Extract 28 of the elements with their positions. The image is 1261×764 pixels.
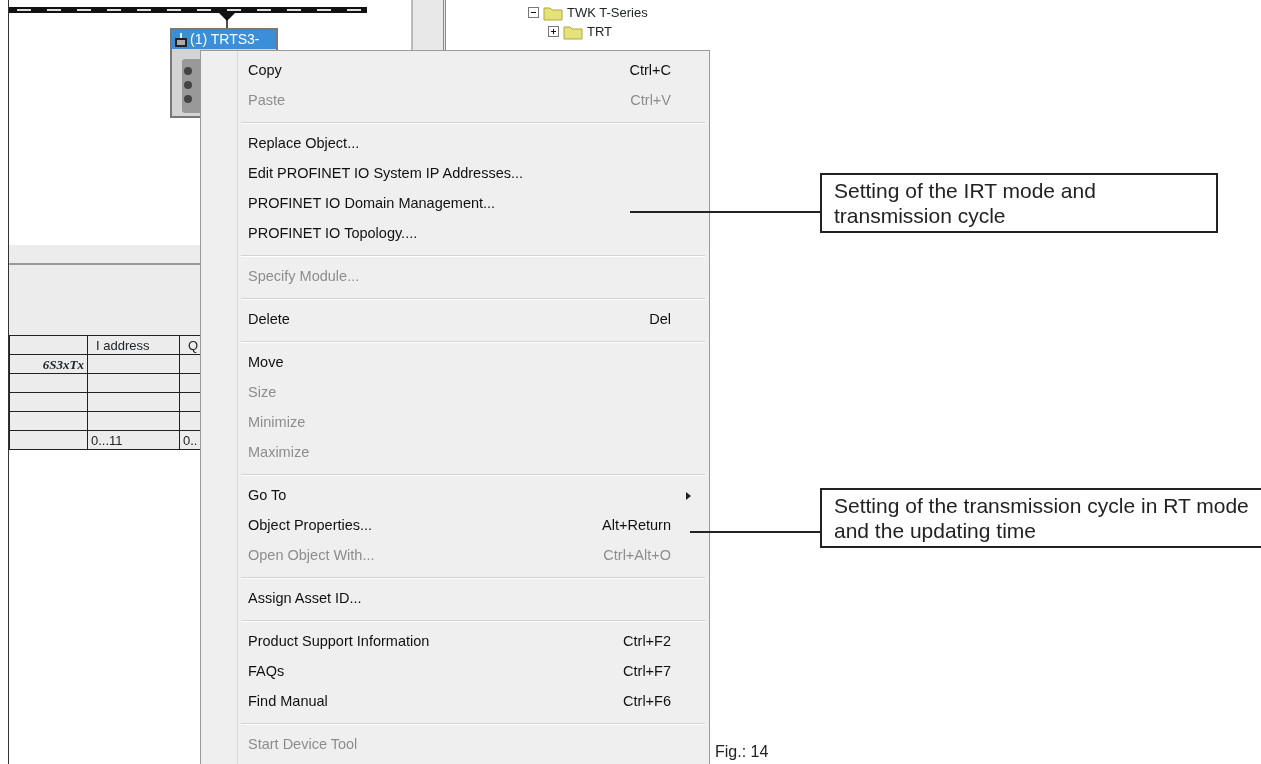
figure-caption: Fig.: 14 — [715, 742, 769, 762]
menu-item[interactable]: Replace Object... — [201, 129, 709, 159]
menu-item[interactable]: Find Manual Ctrl+F6 — [201, 687, 709, 717]
submenu-arrow-icon — [686, 492, 691, 500]
table-cell: 6S3xTx — [9, 354, 88, 374]
menu-item[interactable]: Go To — [201, 481, 709, 511]
callout-text: Setting of the IRT mode and transmission cycle — [820, 173, 1218, 234]
collapse-icon[interactable] — [528, 7, 539, 19]
menu-item[interactable]: Product Support Information Ctrl+F2 — [201, 627, 709, 657]
device-icon — [174, 32, 188, 47]
menu-item[interactable]: Assign Asset ID... — [201, 584, 709, 614]
table-header: I address — [87, 335, 180, 355]
menu-item[interactable]: PROFINET IO Topology.... — [201, 219, 709, 249]
table-cell: 0...11 — [87, 430, 180, 450]
menu-item[interactable]: Delete Del — [201, 305, 709, 335]
menu-item[interactable]: PROFINET IO Domain Management... — [201, 189, 709, 219]
callout-text: Setting of the transmission cycle in RT mode and the updating time — [820, 488, 1261, 549]
expand-icon[interactable] — [548, 26, 559, 38]
menu-item[interactable]: Object Properties... Alt+Return — [201, 511, 709, 541]
menu-item[interactable]: FAQs Ctrl+F7 — [201, 657, 709, 687]
menu-item[interactable]: Edit PROFINET IO System IP Addresses... — [201, 159, 709, 189]
tree-item[interactable]: TWK T-Series — [567, 3, 648, 23]
menu-item[interactable]: Copy Ctrl+C — [201, 56, 709, 86]
device-title: (1) TRTS3- — [190, 30, 260, 49]
tree-item[interactable]: TRT — [587, 22, 613, 42]
folder-icon — [563, 23, 583, 40]
folder-icon — [543, 4, 563, 21]
scrollbar[interactable] — [411, 0, 446, 50]
